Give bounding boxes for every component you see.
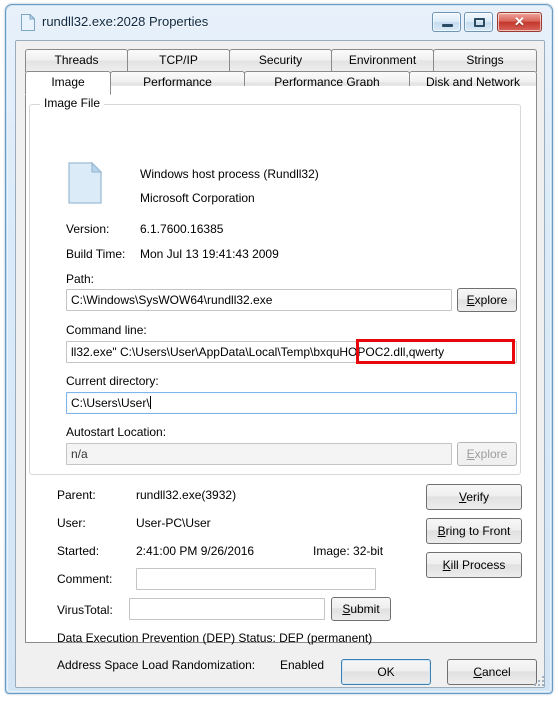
tab-security[interactable]: Security (229, 49, 332, 72)
submit-label: Submit (342, 602, 380, 616)
title-bar[interactable]: rundll32.exe:2028 Properties ✕ (8, 7, 550, 39)
tab-label: Security (258, 53, 303, 67)
image-bits-value: Image: 32-bit (313, 544, 384, 558)
autostart-input: n/a (66, 443, 452, 465)
tab-label: Environment (348, 53, 417, 67)
autostart-explore-label: Explore (466, 447, 508, 461)
parent-label: Parent: (57, 488, 96, 502)
comment-label: Comment: (57, 572, 113, 586)
resize-grip[interactable] (534, 676, 546, 688)
current-directory-value: C:\Users\User\ (71, 396, 150, 410)
started-value: 2:41:00 PM 9/26/2016 (136, 544, 255, 558)
build-time-label: Build Time: (66, 247, 126, 261)
tab-label: Strings (466, 53, 504, 67)
command-line-input[interactable]: ll32.exe" C:\Users\User\AppData\Local\Te… (66, 341, 517, 363)
path-label: Path: (66, 272, 95, 286)
tab-environment[interactable]: Environment (331, 49, 434, 72)
dialog-client-area: Threads TCP/IP Security Environment Stri… (15, 40, 545, 688)
ok-button[interactable]: OK (341, 659, 431, 685)
image-description: Windows host process (Rundll32) (140, 167, 319, 181)
autostart-label: Autostart Location: (66, 425, 167, 439)
tab-image[interactable]: Image (25, 71, 111, 95)
maximize-icon (474, 18, 485, 27)
tab-row-top: Threads TCP/IP Security Environment Stri… (25, 49, 537, 72)
current-directory-input[interactable]: C:\Users\User\ (66, 392, 517, 414)
window-inner-frame: rundll32.exe:2028 Properties ✕ Threads T… (7, 6, 551, 692)
minimize-icon (442, 24, 453, 27)
image-file-legend: Image File (40, 96, 105, 110)
ok-label: OK (377, 665, 395, 679)
autostart-explore-button: Explore (457, 442, 517, 466)
path-input[interactable]: C:\Windows\SysWOW64\rundll32.exe (66, 289, 452, 311)
command-line-label: Command line: (66, 323, 147, 337)
close-button[interactable]: ✕ (497, 12, 542, 32)
comment-input[interactable] (136, 568, 376, 590)
virustotal-input[interactable] (129, 598, 325, 620)
virustotal-label: VirusTotal: (57, 603, 113, 617)
minimize-button[interactable] (432, 12, 461, 32)
cancel-button[interactable]: Cancel (447, 659, 537, 685)
tab-label: Threads (54, 53, 99, 67)
virustotal-submit-button[interactable]: Submit (331, 597, 391, 621)
text-caret (149, 396, 151, 409)
image-company: Microsoft Corporation (140, 191, 255, 205)
kill-process-label: Kill Process (442, 558, 506, 572)
verify-label: Verify (458, 490, 489, 504)
version-label: Version: (66, 222, 110, 236)
build-time-value: Mon Jul 13 19:41:43 2009 (140, 247, 279, 261)
cancel-label: Cancel (473, 665, 511, 679)
image-file-document-icon (68, 161, 103, 204)
kill-process-button[interactable]: Kill Process (426, 552, 522, 578)
tab-threads[interactable]: Threads (25, 49, 128, 72)
path-explore-button[interactable]: Explore (457, 288, 517, 312)
version-value: 6.1.7600.16385 (140, 222, 224, 236)
window-title: rundll32.exe:2028 Properties (42, 14, 209, 29)
tab-label: TCP/IP (159, 53, 198, 67)
started-label: Started: (57, 544, 100, 558)
maximize-button[interactable] (464, 12, 493, 32)
verify-button[interactable]: Verify (426, 484, 522, 510)
bring-to-front-button[interactable]: Bring to Front (426, 518, 522, 544)
dialog-button-bar: OK Cancel (16, 645, 546, 689)
dep-status-text: Data Execution Prevention (DEP) Status: … (57, 631, 373, 645)
document-icon (21, 13, 36, 31)
tab-tcpip[interactable]: TCP/IP (127, 49, 230, 72)
tab-strings[interactable]: Strings (433, 49, 537, 72)
user-value: User-PC\User (136, 516, 211, 530)
parent-value: rundll32.exe(3932) (136, 488, 237, 502)
user-label: User: (57, 516, 86, 530)
bring-to-front-label: Bring to Front (437, 524, 511, 538)
path-explore-label: Explore (466, 293, 508, 307)
tab-label: Image (51, 75, 85, 89)
properties-dialog-window: rundll32.exe:2028 Properties ✕ Threads T… (5, 4, 553, 694)
close-icon: ✕ (514, 14, 525, 29)
current-directory-label: Current directory: (66, 374, 159, 388)
